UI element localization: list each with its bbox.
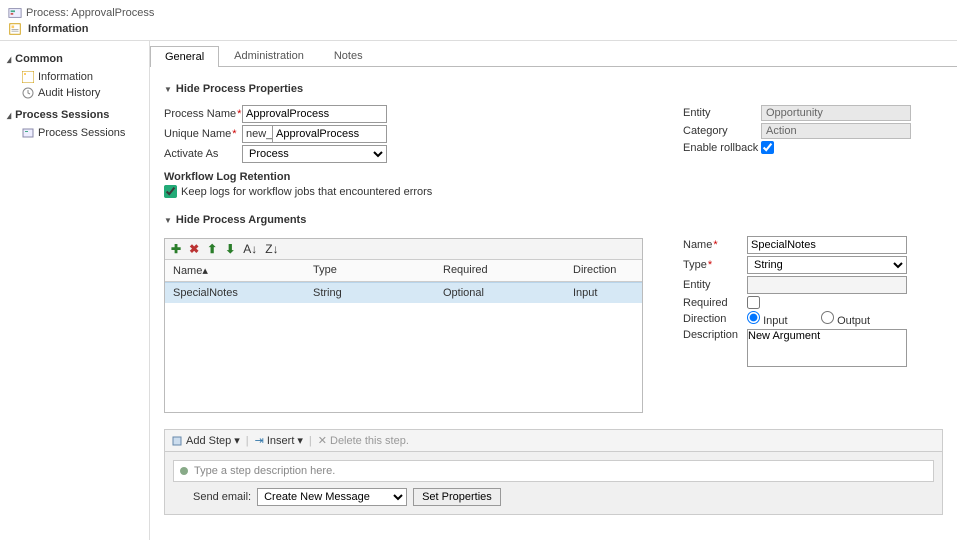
- sidebar-item-information[interactable]: Information: [6, 69, 143, 85]
- insert-icon: ⇥: [255, 434, 264, 447]
- activate-as-select[interactable]: Process: [242, 145, 387, 163]
- grid-row[interactable]: SpecialNotes String Optional Input: [165, 282, 642, 303]
- tab-administration[interactable]: Administration: [219, 45, 319, 66]
- grid-add-icon[interactable]: ✚: [171, 242, 181, 256]
- grid-sort-desc-icon[interactable]: Z↓: [265, 242, 278, 256]
- arg-direction-input-option[interactable]: Input: [747, 311, 811, 327]
- arg-direction-label: Direction: [683, 313, 747, 325]
- arg-name-label: Name*: [683, 239, 747, 251]
- arg-required-checkbox[interactable]: [747, 296, 760, 309]
- sidebar: Common Information Audit History Process…: [0, 41, 150, 540]
- step-description-placeholder[interactable]: Type a step description here.: [194, 465, 335, 477]
- category-field: Action: [761, 123, 911, 139]
- information-icon: [8, 22, 22, 36]
- insert-button[interactable]: ⇥Insert ▾: [255, 434, 303, 447]
- process-icon: [8, 6, 22, 20]
- send-email-select[interactable]: Create New Message: [257, 488, 407, 506]
- tab-strip: General Administration Notes: [150, 45, 957, 67]
- arg-name-input[interactable]: [747, 236, 907, 254]
- step-row[interactable]: Type a step description here.: [173, 460, 934, 482]
- grid-sort-asc-icon[interactable]: A↓: [243, 242, 257, 256]
- unique-name-input[interactable]: [272, 125, 387, 143]
- form-icon: [22, 71, 34, 83]
- section-process-properties[interactable]: Hide Process Properties: [164, 83, 943, 95]
- sidebar-item-process-sessions[interactable]: Process Sessions: [6, 125, 143, 141]
- arg-type-select[interactable]: String: [747, 256, 907, 274]
- tab-notes[interactable]: Notes: [319, 45, 378, 66]
- keep-logs-checkbox[interactable]: [164, 185, 177, 198]
- grid-up-icon[interactable]: ⬆: [207, 242, 217, 256]
- arg-direction-output-option[interactable]: Output: [821, 311, 885, 327]
- step-bullet-icon: [180, 467, 188, 475]
- grid-down-icon[interactable]: ⬇: [225, 242, 235, 256]
- steps-panel: Add Step ▾ | ⇥Insert ▾ | ✕ Delete this s…: [164, 429, 943, 515]
- keep-logs-label: Keep logs for workflow jobs that encount…: [181, 186, 432, 198]
- entity-label: Entity: [683, 107, 761, 119]
- add-step-icon: [171, 435, 183, 447]
- col-name[interactable]: Name▴: [165, 260, 305, 281]
- history-icon: [22, 87, 34, 99]
- entity-field: Opportunity: [761, 105, 911, 121]
- col-required[interactable]: Required: [435, 260, 565, 281]
- enable-rollback-label: Enable rollback: [683, 142, 761, 154]
- sidebar-section-sessions[interactable]: Process Sessions: [6, 109, 143, 121]
- set-properties-button[interactable]: Set Properties: [413, 488, 501, 506]
- col-direction[interactable]: Direction: [565, 260, 642, 281]
- grid-delete-icon[interactable]: ✖: [189, 242, 199, 256]
- arguments-grid: ✚ ✖ ⬆ ⬇ A↓ Z↓ Name▴ Type Required Direct…: [164, 238, 643, 413]
- process-name-label: Process Name*: [164, 108, 242, 120]
- tab-general[interactable]: General: [150, 46, 219, 67]
- unique-name-prefix: new_: [242, 125, 272, 143]
- arg-entity-input: [747, 276, 907, 294]
- add-step-button[interactable]: Add Step ▾: [171, 434, 240, 447]
- window-header: Process: ApprovalProcess Information: [0, 0, 957, 41]
- col-type[interactable]: Type: [305, 260, 435, 281]
- delete-step-button: ✕ Delete this step.: [318, 434, 409, 447]
- delete-icon: ✕: [318, 434, 327, 447]
- enable-rollback-checkbox[interactable]: [761, 141, 774, 154]
- sidebar-item-audit-history[interactable]: Audit History: [6, 85, 143, 101]
- sessions-icon: [22, 127, 34, 139]
- sidebar-section-common[interactable]: Common: [6, 53, 143, 65]
- workflow-log-header: Workflow Log Retention: [164, 171, 643, 183]
- section-process-arguments[interactable]: Hide Process Arguments: [164, 214, 943, 226]
- arg-required-label: Required: [683, 297, 747, 309]
- arg-type-label: Type*: [683, 259, 747, 271]
- arg-entity-label: Entity: [683, 279, 747, 291]
- category-label: Category: [683, 125, 761, 137]
- process-name-input[interactable]: [242, 105, 387, 123]
- arg-description-label: Description: [683, 329, 747, 341]
- arg-description-input[interactable]: New Argument: [747, 329, 907, 367]
- unique-name-label: Unique Name*: [164, 128, 242, 140]
- page-title: Information: [28, 23, 89, 35]
- activate-as-label: Activate As: [164, 148, 242, 160]
- send-email-label: Send email:: [193, 491, 251, 503]
- breadcrumb: Process: ApprovalProcess: [26, 7, 154, 19]
